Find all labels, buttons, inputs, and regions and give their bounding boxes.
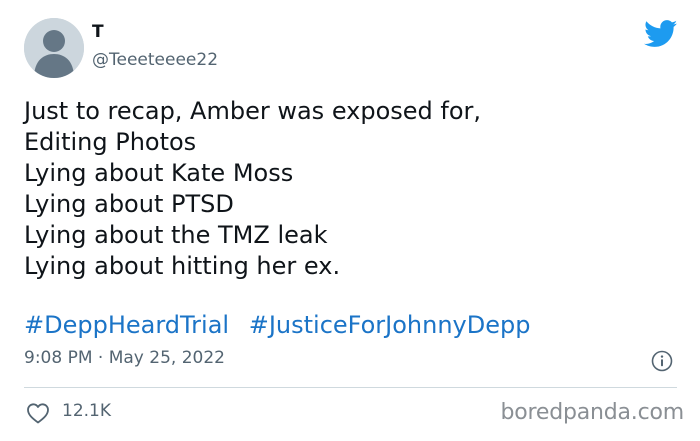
hashtag-row: #DeppHeardTrial #JusticeForJohnnyDepp — [24, 310, 530, 341]
tweet-line: Lying about the TMZ leak — [24, 221, 328, 249]
tweet-text: Just to recap, Amber was exposed for, Ed… — [24, 96, 664, 282]
tweet-line: Lying about PTSD — [24, 190, 234, 218]
hashtag-link[interactable]: #JusticeForJohnnyDepp — [249, 311, 531, 339]
tweet-line: Editing Photos — [24, 128, 197, 156]
heart-icon[interactable] — [26, 402, 50, 424]
tweet-timestamp[interactable]: 9:08 PM · May 25, 2022 — [24, 348, 225, 368]
tweet-line: Lying about Kate Moss — [24, 159, 294, 187]
like-count: 12.1K — [62, 401, 111, 421]
hashtag-link[interactable]: #DeppHeardTrial — [24, 311, 229, 339]
divider — [24, 387, 677, 388]
default-avatar-icon — [24, 18, 84, 78]
avatar[interactable] — [24, 18, 84, 78]
tweet-line: Lying about hitting her ex. — [24, 252, 341, 280]
watermark: boredpanda.com — [500, 400, 684, 425]
user-handle[interactable]: @Teeeteeee22 — [92, 50, 218, 70]
tweet-line: Just to recap, Amber was exposed for, — [24, 97, 482, 125]
display-name[interactable]: T — [92, 22, 104, 42]
twitter-bird-icon[interactable] — [644, 20, 678, 48]
info-icon[interactable] — [651, 350, 673, 372]
